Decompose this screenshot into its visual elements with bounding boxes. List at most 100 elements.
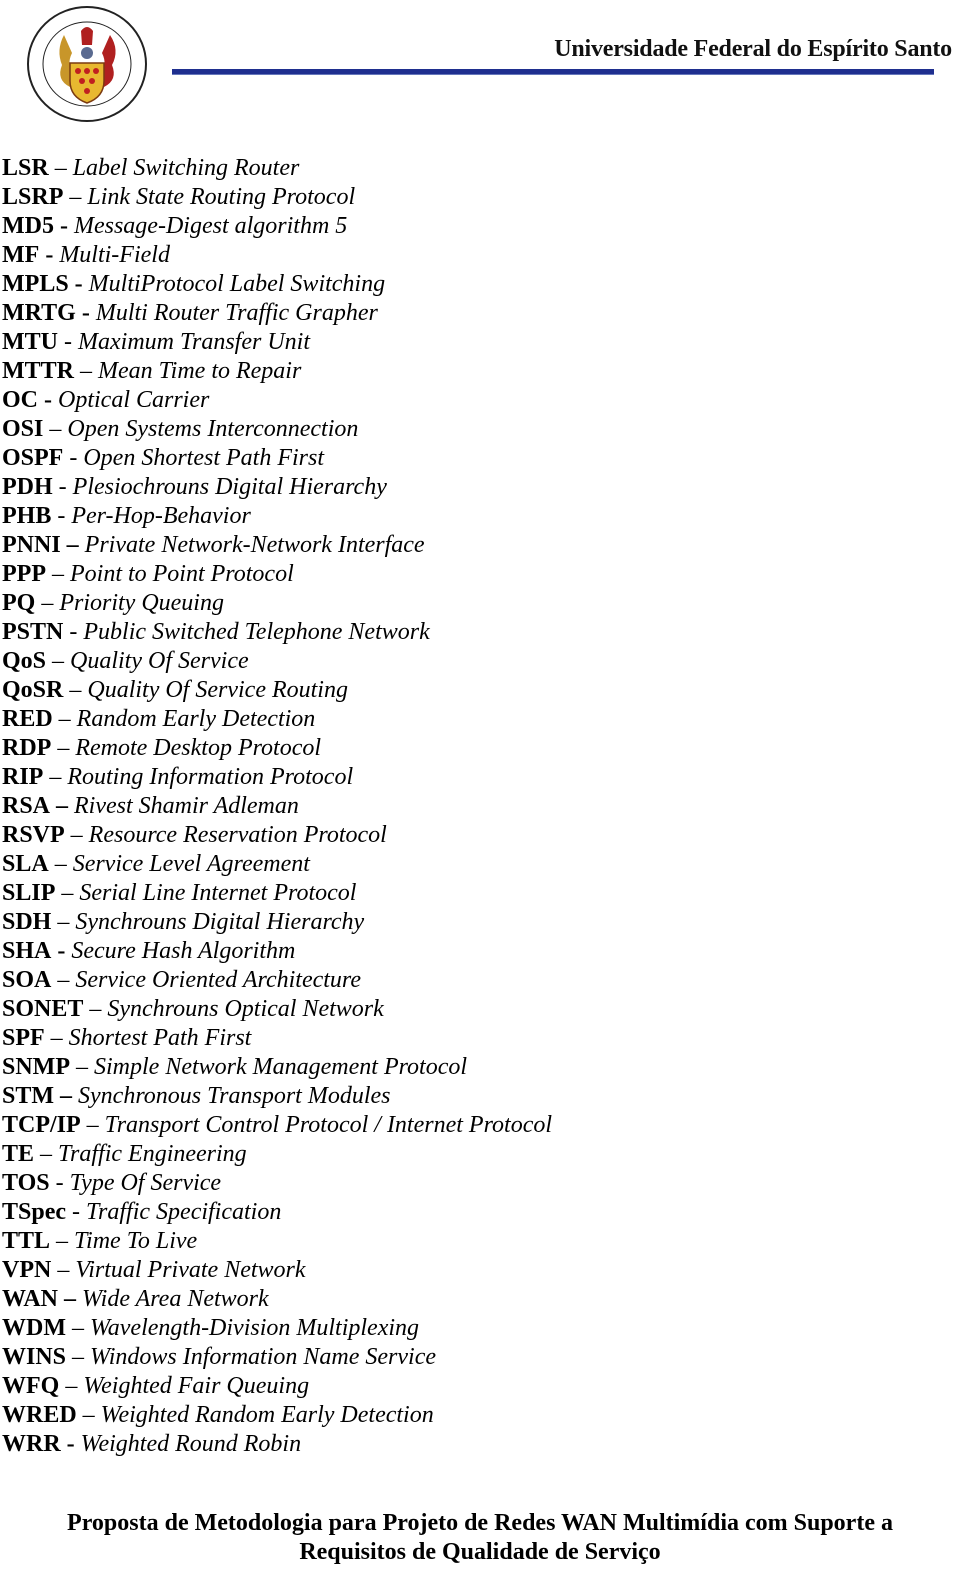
definition: Transport Control Protocol / Internet Pr… [104, 1112, 553, 1138]
acronym: TTL [2, 1228, 51, 1254]
header-title: Universidade Federal do Espírito Santo [554, 36, 952, 62]
acronym-entry: SLIP – Serial Line Internet Protocol [2, 879, 552, 908]
acronym-entry: MTU - Maximum Transfer Unit [2, 328, 552, 357]
definition: Message-Digest algorithm 5 [73, 213, 348, 239]
separator: – [72, 1344, 85, 1370]
acronym-entry: SLA – Service Level Agreement [2, 850, 552, 879]
acronym: RDP [2, 735, 52, 761]
acronym: RIP [2, 764, 44, 790]
separator: – [49, 764, 62, 790]
acronym: MF [2, 242, 40, 268]
definition: Random Early Detection [76, 706, 316, 732]
definition: Resource Reservation Protocol [88, 822, 387, 848]
acronym: PPP [2, 561, 46, 587]
acronym-entry: SONET – Synchrouns Optical Network [2, 995, 552, 1024]
separator: - [64, 329, 72, 355]
acronym-entry: WINS – Windows Information Name Service [2, 1343, 552, 1372]
acronym: OSPF [2, 445, 64, 471]
acronym-entry: WRED – Weighted Random Early Detection [2, 1401, 552, 1430]
definition: Shortest Path First [68, 1025, 252, 1051]
definition: Service Level Agreement [72, 851, 310, 877]
acronym: MD5 [2, 213, 54, 239]
separator: – [89, 996, 102, 1022]
separator: - [44, 387, 52, 413]
definition: Synchrouns Optical Network [107, 996, 384, 1022]
definition: Private Network-Network Interface [84, 532, 425, 558]
definition: Quality Of Service [70, 648, 249, 674]
separator: – [61, 880, 74, 906]
footer-line-1: Proposta de Metodologia para Projeto de … [67, 1510, 893, 1536]
separator: - [57, 938, 66, 964]
acronym-entry: OC - Optical Carrier [2, 386, 552, 415]
acronym: SLIP [2, 880, 56, 906]
acronym: QoSR [2, 677, 64, 703]
acronym-entry: MRTG - Multi Router Traffic Grapher [2, 299, 552, 328]
acronym: TOS [2, 1170, 50, 1196]
acronym: TE [2, 1141, 35, 1167]
acronym: WINS [2, 1344, 67, 1370]
separator: – [64, 1286, 77, 1312]
definition: Per-Hop-Behavior [71, 503, 251, 529]
acronym: SDH [2, 909, 52, 935]
acronym: PNNI [2, 532, 61, 558]
acronym-entry: PSTN - Public Switched Telephone Network [2, 618, 552, 647]
page-header: Universidade Federal do Espírito Santo [0, 0, 960, 130]
definition: Weighted Round Robin [80, 1431, 302, 1457]
acronym-entry: OSI – Open Systems Interconnection [2, 415, 552, 444]
acronym-entry: MPLS - MultiProtocol Label Switching [2, 270, 552, 299]
acronym-entry: TSpec - Traffic Specification [2, 1198, 552, 1227]
acronym-entry: QoSR – Quality Of Service Routing [2, 676, 552, 705]
acronym-entry: SDH – Synchrouns Digital Hierarchy [2, 908, 552, 937]
definition: Public Switched Telephone Network [83, 619, 430, 645]
acronym: VPN [2, 1257, 52, 1283]
acronym-entry: PDH - Plesiochrouns Digital Hierarchy [2, 473, 552, 502]
definition: Maximum Transfer Unit [78, 329, 311, 355]
acronym-entry: PQ – Priority Queuing [2, 589, 552, 618]
acronym: RED [2, 706, 53, 732]
acronym: SLA [2, 851, 49, 877]
separator: - [81, 300, 90, 326]
separator: – [69, 184, 82, 210]
separator: – [69, 677, 82, 703]
separator: – [52, 648, 65, 674]
definition: Wide Area Network [82, 1286, 269, 1312]
acronym: SPF [2, 1025, 45, 1051]
definition: Secure Hash Algorithm [71, 938, 296, 964]
definition: Remote Desktop Protocol [75, 735, 322, 761]
acronym: WFQ [2, 1373, 60, 1399]
acronym-entry: SHA - Secure Hash Algorithm [2, 937, 552, 966]
acronym: OSI [2, 416, 44, 442]
acronym-entry: TTL – Time To Live [2, 1227, 552, 1256]
definition: Synchronous Transport Modules [78, 1083, 391, 1109]
acronym-entry: TE – Traffic Engineering [2, 1140, 552, 1169]
acronym: SONET [2, 996, 84, 1022]
acronym-entry: SPF – Shortest Path First [2, 1024, 552, 1053]
separator: - [59, 213, 68, 239]
acronym-list: LSR – Label Switching Router LSRP – Link … [2, 154, 552, 1459]
separator: – [60, 1083, 73, 1109]
separator: – [70, 822, 83, 848]
definition: Time To Live [74, 1228, 198, 1254]
separator: – [54, 851, 67, 877]
definition: Weighted Fair Queuing [83, 1373, 310, 1399]
acronym-entry: LSR – Label Switching Router [2, 154, 552, 183]
acronym: LSRP [2, 184, 64, 210]
definition: Windows Information Name Service [90, 1344, 436, 1370]
definition: Synchrouns Digital Hierarchy [75, 909, 365, 935]
acronym: MTU [2, 329, 58, 355]
acronym: PQ [2, 590, 36, 616]
separator: – [76, 1054, 88, 1080]
definition: Simple Network Management Protocol [94, 1054, 468, 1080]
acronym: MRTG [2, 300, 76, 326]
acronym-entry: MF - Multi-Field [2, 241, 552, 270]
definition: Routing Information Protocol [67, 764, 354, 790]
separator: - [58, 474, 67, 500]
separator: – [57, 967, 70, 993]
separator: - [66, 1431, 75, 1457]
acronym-entry: RIP – Routing Information Protocol [2, 763, 552, 792]
university-seal-icon [27, 6, 147, 122]
acronym-entry: RED – Random Early Detection [2, 705, 552, 734]
separator: - [55, 1170, 64, 1196]
definition: Type Of Service [69, 1170, 222, 1196]
separator: - [57, 503, 66, 529]
